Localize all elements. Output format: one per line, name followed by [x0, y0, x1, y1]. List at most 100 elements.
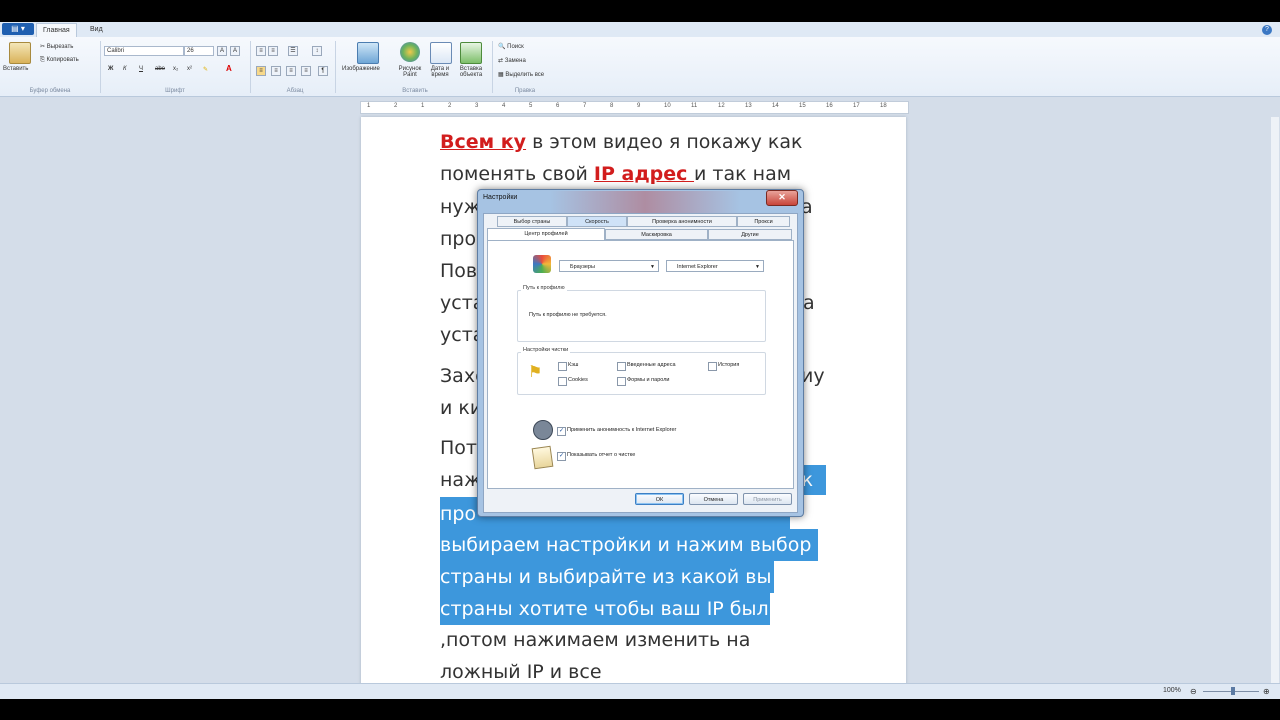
profile-path-legend: Путь к профилю — [521, 285, 567, 291]
tab-speed[interactable]: Скорость — [567, 216, 627, 227]
font-name-select[interactable]: Calibri — [104, 46, 184, 56]
insert-image-button[interactable]: Изображение — [342, 66, 380, 72]
tab-proxy[interactable]: Прокси — [737, 216, 790, 227]
doc-line[interactable]: Всем ку в этом видео я покажу как — [440, 130, 803, 154]
object-icon[interactable] — [460, 42, 482, 64]
paste-icon[interactable] — [9, 42, 31, 64]
align-left-icon[interactable]: ≡ — [256, 66, 266, 76]
help-icon[interactable]: ? — [1262, 25, 1272, 35]
font-color-icon[interactable]: A — [226, 64, 232, 73]
ruler-tick: 15 — [799, 103, 806, 109]
chevron-down-icon: ▼ — [650, 264, 655, 270]
doc-line[interactable]: наж — [440, 468, 481, 492]
paragraph-icon[interactable]: ¶ — [318, 66, 328, 76]
doc-line[interactable]: и ки — [440, 396, 482, 420]
browser-type-select[interactable]: Браузеры ▼ — [559, 260, 659, 272]
separator — [335, 41, 336, 93]
cache-checkbox[interactable] — [558, 362, 567, 371]
dialog-title-banner — [550, 191, 740, 213]
doc-line[interactable]: Пов — [440, 259, 477, 283]
bold-icon[interactable]: Ж — [108, 66, 113, 72]
tab-other[interactable]: Другие — [708, 229, 792, 240]
vertical-scrollbar[interactable] — [1271, 117, 1279, 683]
select-all-label: Выделить все — [505, 72, 545, 78]
justify-icon[interactable]: ≡ — [301, 66, 311, 76]
superscript-icon[interactable]: x² — [187, 66, 192, 72]
ruler-tick: 1 — [367, 103, 371, 109]
align-center-icon[interactable]: ≡ — [271, 66, 281, 76]
apply-button[interactable]: Применить — [743, 493, 792, 505]
shrink-font-icon[interactable]: A — [230, 46, 240, 56]
tab-masking[interactable]: Маскировка — [605, 229, 708, 240]
tab-country[interactable]: Выбор страны — [497, 216, 567, 227]
calendar-icon[interactable] — [430, 42, 452, 64]
doc-selected-line[interactable]: страны и выбирайте из какой вы — [440, 561, 774, 593]
doc-text: поменять свой — [440, 163, 594, 185]
doc-line[interactable]: ложный IP и все — [440, 660, 602, 684]
separator — [100, 41, 101, 93]
select-all-button[interactable]: ▦ Выделить все — [498, 71, 544, 78]
history-checkbox[interactable] — [708, 362, 717, 371]
browser-type-value: Браузеры — [570, 264, 595, 270]
doc-selected-line[interactable]: выбираем настройки и нажим выбор — [440, 529, 818, 561]
zoom-in-icon[interactable]: ⊕ — [1263, 687, 1270, 696]
browsers-icon — [533, 255, 551, 273]
grow-font-icon[interactable]: A — [217, 46, 227, 56]
line-spacing-icon[interactable]: ↕ — [312, 46, 322, 56]
apply-ie-checkbox[interactable]: ✓ — [557, 427, 566, 436]
zoom-slider-thumb[interactable] — [1231, 687, 1235, 695]
font-group-label: Шрифт — [165, 88, 185, 94]
doc-line[interactable]: нуж — [440, 195, 481, 219]
ruler-tick: 17 — [853, 103, 860, 109]
find-button[interactable]: 🔍 Поиск — [498, 43, 524, 50]
app-menu-button[interactable]: ▤ ▾ — [2, 23, 34, 35]
separator — [250, 41, 251, 93]
outdent-icon[interactable]: ≡ — [256, 46, 266, 56]
tab-home[interactable]: Главная — [36, 23, 77, 38]
doc-line-fragment[interactable]: а — [803, 291, 815, 315]
doc-line[interactable]: поменять свой IP адрес и так нам — [440, 162, 791, 186]
highlight-icon[interactable]: ✎ — [203, 66, 208, 73]
paste-button[interactable]: Вставить — [3, 66, 28, 72]
italic-icon[interactable]: К — [123, 66, 127, 72]
doc-line[interactable]: ,потом нажимаем изменить на — [440, 628, 750, 652]
insert-object-button[interactable]: Вставка объекта — [456, 66, 486, 78]
copy-button[interactable]: ⎘ Копировать — [40, 57, 79, 64]
ruler-tick: 2 — [448, 103, 452, 109]
insert-paint-button[interactable]: Рисунок Paint — [396, 66, 424, 78]
chevron-down-icon: ▼ — [755, 264, 760, 270]
broom-icon: ⚑ — [528, 364, 543, 381]
font-size-select[interactable]: 26 — [184, 46, 214, 56]
close-icon[interactable]: ✕ — [766, 190, 798, 206]
doc-highlight-text: IP адрес — [593, 163, 695, 185]
strike-icon[interactable]: abe — [155, 66, 165, 72]
replace-button[interactable]: ⇄ Замена — [498, 57, 526, 64]
image-icon[interactable] — [357, 42, 379, 64]
history-label: История — [718, 362, 740, 368]
tab-anonymity-check[interactable]: Проверка анонимности — [627, 216, 737, 227]
underline-icon[interactable]: Ч — [139, 66, 143, 72]
forms-label: Формы и пароли — [627, 377, 670, 383]
ok-button[interactable]: ОК — [635, 493, 684, 505]
doc-line-fragment[interactable]: иу — [801, 364, 825, 388]
doc-selected-line[interactable]: страны хотите чтобы ваш IP был — [440, 593, 770, 625]
cookies-checkbox[interactable] — [558, 377, 567, 386]
insert-date-button[interactable]: Дата и время — [426, 66, 454, 78]
paragraph-group-label: Абзац — [286, 88, 304, 94]
ruler[interactable]: 1 2 1 2 3 4 5 6 7 8 9 10 11 12 13 14 15 16 17 18 — [360, 101, 909, 114]
subscript-icon[interactable]: x₂ — [173, 66, 178, 72]
show-report-checkbox[interactable]: ✓ — [557, 452, 566, 461]
forms-checkbox[interactable] — [617, 377, 626, 386]
browser-select[interactable]: Internet Explorer ▼ — [666, 260, 764, 272]
typed-urls-checkbox[interactable] — [617, 362, 626, 371]
tab-view[interactable]: Вид — [84, 23, 109, 37]
align-right-icon[interactable]: ≡ — [286, 66, 296, 76]
list-icon[interactable]: ☰ — [288, 46, 298, 56]
zoom-out-icon[interactable]: ⊖ — [1190, 687, 1197, 696]
cut-button[interactable]: ✂ Вырезать — [40, 43, 73, 50]
paint-icon[interactable] — [400, 42, 420, 62]
doc-line[interactable]: про — [440, 227, 476, 251]
cancel-button[interactable]: Отмена — [689, 493, 738, 505]
indent-icon[interactable]: ≡ — [268, 46, 278, 56]
ruler-tick: 7 — [583, 103, 587, 109]
